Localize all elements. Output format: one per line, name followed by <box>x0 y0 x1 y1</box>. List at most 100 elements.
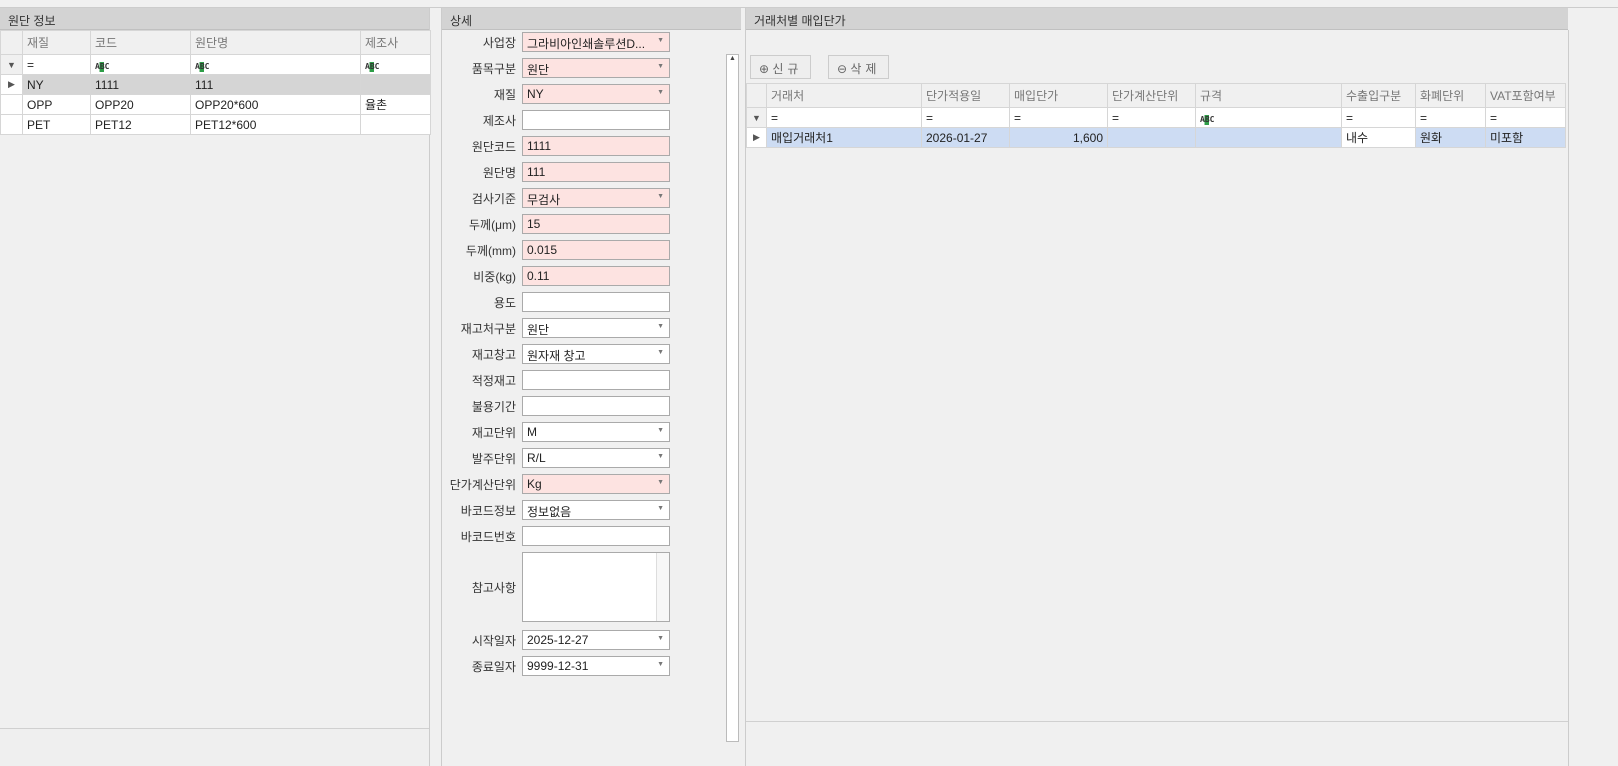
table-cell[interactable]: OPP20 <box>90 94 191 115</box>
table-cell[interactable] <box>1195 127 1342 148</box>
column-header[interactable]: 화폐단위 <box>1415 83 1486 108</box>
field-label: 비중(kg) <box>473 269 516 284</box>
fabric-grid: 재질 코드 원단명 제조사 ▼ = ABC ABC ABC ▶ NY 1111 111 OPP OPP20 O… <box>0 30 431 135</box>
table-row[interactable]: ▶ 매입거래처1 2026-01-27 1,600 내수 원화 미포함 <box>746 127 1566 148</box>
field-label: 바코드정보 <box>460 503 516 518</box>
table-cell[interactable]: NY <box>22 74 91 95</box>
table-cell[interactable]: OPP20*600 <box>190 94 361 115</box>
text-input[interactable]: 0.015 <box>522 240 670 260</box>
scrollbar[interactable]: ▲ <box>726 54 739 742</box>
text-input[interactable]: 111 <box>522 162 670 182</box>
table-cell[interactable]: 율촌 <box>360 94 431 115</box>
text-input[interactable]: 15 <box>522 214 670 234</box>
table-cell[interactable]: 111 <box>190 74 361 95</box>
table-cell[interactable]: 매입거래처1 <box>766 127 922 148</box>
column-header[interactable]: 재질 <box>22 30 91 55</box>
filter-cell[interactable]: ABC <box>360 54 431 75</box>
column-header[interactable]: 거래처 <box>766 83 922 108</box>
field-row: 원단코드 1111 <box>442 136 670 156</box>
column-header[interactable]: 매입단가 <box>1009 83 1108 108</box>
table-cell[interactable]: 원화 <box>1415 127 1486 148</box>
table-cell[interactable] <box>360 114 431 135</box>
table-row[interactable]: ▶ NY 1111 111 <box>0 74 431 95</box>
column-header[interactable]: 수출입구분 <box>1341 83 1416 108</box>
table-cell[interactable] <box>360 74 431 95</box>
table-cell[interactable]: OPP <box>22 94 91 115</box>
table-cell[interactable]: 1,600 <box>1009 127 1108 148</box>
top-strip <box>0 0 1618 8</box>
filter-cell[interactable]: = <box>22 54 91 75</box>
dropdown[interactable]: 원단 ▼ <box>522 318 670 338</box>
column-header[interactable]: VAT포함여부 <box>1485 83 1566 108</box>
field-label: 사업장 <box>482 35 516 50</box>
table-cell[interactable]: 내수 <box>1341 127 1416 148</box>
text-input[interactable]: 1111 <box>522 136 670 156</box>
date-picker[interactable]: 2025-12-27 ▼ <box>522 630 670 650</box>
text-input[interactable] <box>522 292 670 312</box>
scrollbar[interactable] <box>656 553 669 621</box>
field-row: 사업장 그라비아인쇄솔루션D... ▼ <box>442 32 670 52</box>
date-row: 시작일자 2025-12-27 ▼ <box>442 630 670 650</box>
filter-cell[interactable]: = <box>1107 107 1196 128</box>
filter-cell[interactable]: ABC <box>190 54 361 75</box>
filter-cell[interactable]: = <box>921 107 1010 128</box>
dropdown[interactable]: 원자재 창고 ▼ <box>522 344 670 364</box>
filter-cell[interactable]: ABC <box>1195 107 1342 128</box>
memo-textarea[interactable] <box>522 552 670 622</box>
field-label: 두께(μm) <box>469 217 516 232</box>
delete-button[interactable]: ⊖ 삭제 <box>828 55 890 79</box>
table-cell[interactable]: 미포함 <box>1485 127 1566 148</box>
new-button[interactable]: ⊕ 신규 <box>750 55 812 79</box>
equals-filter-icon: = <box>1112 110 1120 125</box>
table-cell[interactable]: PET12*600 <box>190 114 361 135</box>
filter-cell[interactable]: = <box>1341 107 1416 128</box>
table-cell[interactable]: 1111 <box>90 74 191 95</box>
text-input[interactable] <box>522 526 670 546</box>
column-header[interactable]: 단가계산단위 <box>1107 83 1196 108</box>
filter-cell[interactable]: = <box>1485 107 1566 128</box>
dropdown[interactable]: 그라비아인쇄솔루션D... ▼ <box>522 32 670 52</box>
field-label: 재고처구분 <box>460 321 516 336</box>
right-edge <box>1568 30 1618 766</box>
table-cell[interactable]: PET <box>22 114 91 135</box>
filter-cell[interactable]: = <box>1009 107 1108 128</box>
text-input[interactable] <box>522 370 670 390</box>
dropdown[interactable]: NY ▼ <box>522 84 670 104</box>
equals-filter-icon: = <box>27 57 35 72</box>
table-cell[interactable]: 2026-01-27 <box>921 127 1010 148</box>
field-label: 불용기간 <box>471 399 516 414</box>
table-cell[interactable] <box>1107 127 1196 148</box>
field-row: 적정재고 <box>442 370 670 390</box>
field-label: 원단코드 <box>471 139 516 154</box>
text-input[interactable] <box>522 396 670 416</box>
table-row[interactable]: PET PET12 PET12*600 <box>0 114 431 135</box>
column-header[interactable]: 단가적용일 <box>921 83 1010 108</box>
scroll-up-icon[interactable]: ▲ <box>727 55 738 62</box>
filter-cell[interactable]: = <box>1415 107 1486 128</box>
dropdown[interactable]: 정보없음 ▼ <box>522 500 670 520</box>
field-label: 시작일자 <box>471 633 516 648</box>
field-label: 두께(mm) <box>465 243 516 258</box>
text-input[interactable]: 0.11 <box>522 266 670 286</box>
date-picker[interactable]: 9999-12-31 ▼ <box>522 656 670 676</box>
field-row: 검사기준 무검사 ▼ <box>442 188 670 208</box>
filter-cell[interactable]: ABC <box>90 54 191 75</box>
field-label: 품목구분 <box>471 61 516 76</box>
column-header[interactable]: 제조사 <box>360 30 431 55</box>
dropdown[interactable]: M ▼ <box>522 422 670 442</box>
dropdown[interactable]: R/L ▼ <box>522 448 670 468</box>
field-label: 적정재고 <box>471 373 516 388</box>
column-header[interactable]: 규격 <box>1195 83 1342 108</box>
filter-cell[interactable]: = <box>766 107 922 128</box>
table-cell[interactable]: PET12 <box>90 114 191 135</box>
field-row: 재고단위 M ▼ <box>442 422 670 442</box>
table-row[interactable]: OPP OPP20 OPP20*600 율촌 <box>0 94 431 115</box>
field-row: 단가계산단위 Kg ▼ <box>442 474 670 494</box>
field-row: 재고처구분 원단 ▼ <box>442 318 670 338</box>
text-input[interactable] <box>522 110 670 130</box>
column-header[interactable]: 코드 <box>90 30 191 55</box>
dropdown[interactable]: 무검사 ▼ <box>522 188 670 208</box>
dropdown[interactable]: 원단 ▼ <box>522 58 670 78</box>
column-header[interactable]: 원단명 <box>190 30 361 55</box>
dropdown[interactable]: Kg ▼ <box>522 474 670 494</box>
